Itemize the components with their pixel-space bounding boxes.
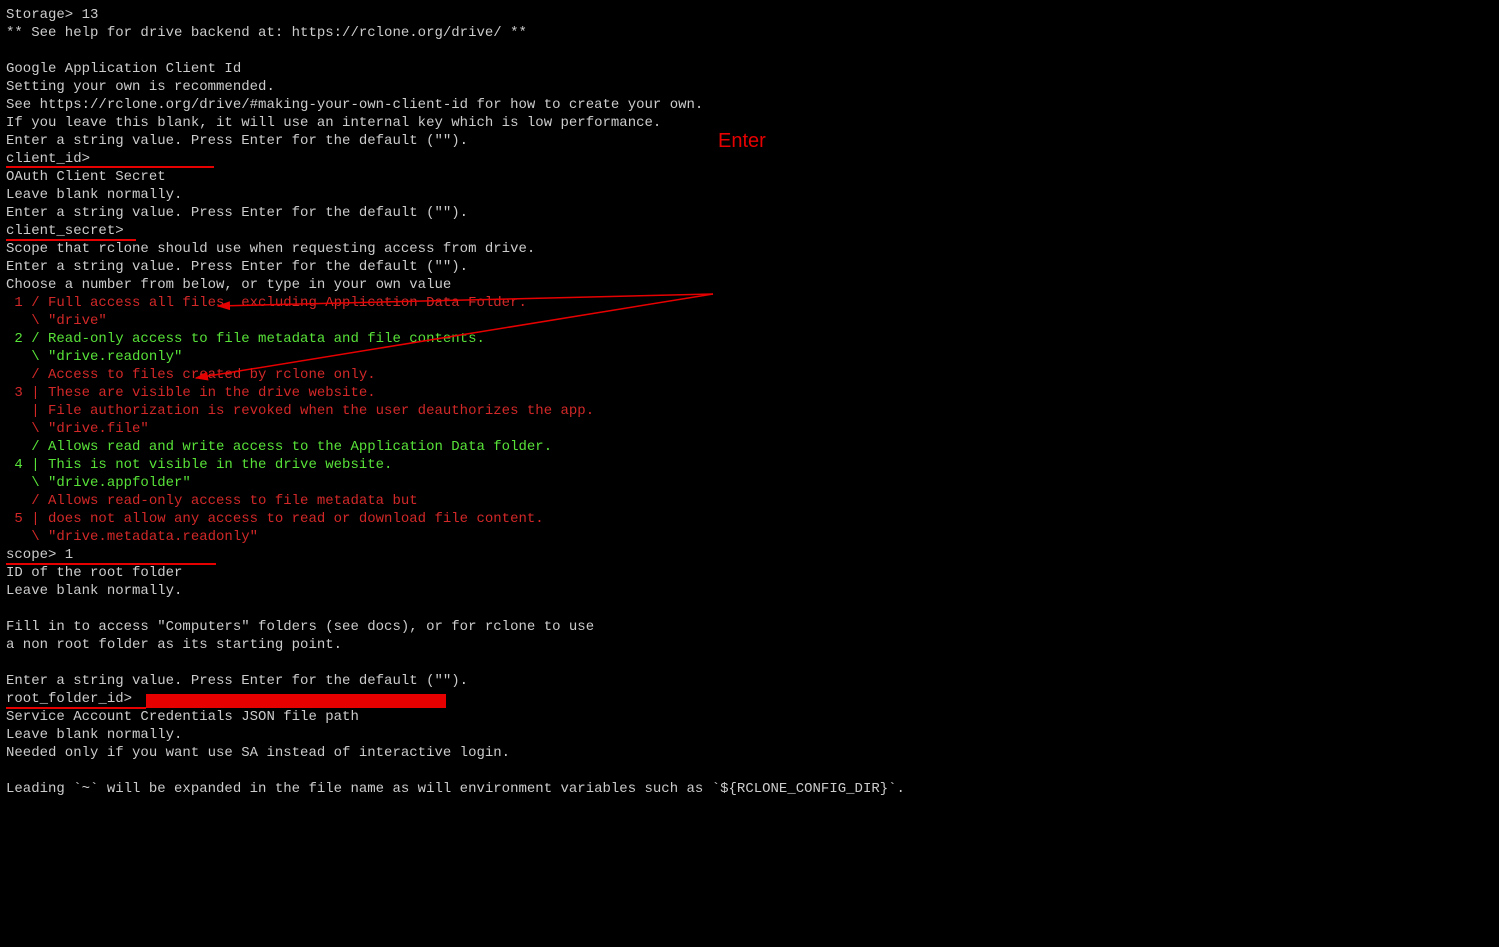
terminal-text: Enter a string value. Press Enter for th…	[6, 259, 468, 275]
terminal-line: Enter a string value. Press Enter for th…	[6, 204, 905, 222]
terminal-text: / Access to files created by rclone only…	[6, 367, 376, 383]
terminal-text: Choose a number from below, or type in y…	[6, 277, 451, 293]
terminal-line: Enter a string value. Press Enter for th…	[6, 132, 905, 150]
terminal-line: Leave blank normally.	[6, 582, 905, 600]
terminal-text: scope> 1	[6, 547, 73, 563]
terminal-text: 3 | These are visible in the drive websi…	[6, 385, 376, 401]
terminal-line: Google Application Client Id	[6, 60, 905, 78]
terminal-line: \ "drive.file"	[6, 420, 905, 438]
terminal-line	[6, 600, 905, 618]
terminal-line	[6, 42, 905, 60]
terminal-text: \ "drive.metadata.readonly"	[6, 529, 258, 545]
terminal-text: Leading `~` will be expanded in the file…	[6, 781, 905, 797]
terminal-text: Google Application Client Id	[6, 61, 241, 77]
terminal-line: OAuth Client Secret	[6, 168, 905, 186]
terminal-line: 1 / Full access all files, excluding App…	[6, 294, 905, 312]
terminal-text: Enter a string value. Press Enter for th…	[6, 205, 468, 221]
terminal-line: Storage> 13	[6, 6, 905, 24]
terminal-line	[6, 762, 905, 780]
terminal-text: See https://rclone.org/drive/#making-you…	[6, 97, 703, 113]
terminal-text: OAuth Client Secret	[6, 169, 166, 185]
terminal-line: Leave blank normally.	[6, 186, 905, 204]
terminal-line	[6, 654, 905, 672]
terminal-line: a non root folder as its starting point.	[6, 636, 905, 654]
terminal-text: client_id>	[6, 151, 90, 167]
terminal-line: \ "drive.metadata.readonly"	[6, 528, 905, 546]
terminal-line: | File authorization is revoked when the…	[6, 402, 905, 420]
terminal-line: 3 | These are visible in the drive websi…	[6, 384, 905, 402]
annotation-underline	[6, 707, 146, 709]
terminal-output[interactable]: \ "scdrive" Storage> 13 ** See help for dr…	[6, 0, 905, 798]
annotation-enter-label: Enter	[718, 132, 766, 150]
terminal-line: root_folder_id>	[6, 690, 905, 708]
terminal-text: 4 | This is not visible in the drive web…	[6, 457, 392, 473]
terminal-line: Enter a string value. Press Enter for th…	[6, 258, 905, 276]
terminal-text: Enter a string value. Press Enter for th…	[6, 673, 468, 689]
terminal-text: / Allows read-only access to file metada…	[6, 493, 418, 509]
terminal-line: scope> 1	[6, 546, 905, 564]
terminal-text: 1 / Full access all files, excluding App…	[6, 295, 527, 311]
terminal-text: Leave blank normally.	[6, 727, 182, 743]
terminal-text: Service Account Credentials JSON file pa…	[6, 709, 359, 725]
terminal-line: / Access to files created by rclone only…	[6, 366, 905, 384]
terminal-line: Scope that rclone should use when reques…	[6, 240, 905, 258]
terminal-text: \ "drive"	[6, 313, 107, 329]
annotation-underline	[6, 563, 216, 565]
terminal-line: client_secret>	[6, 222, 905, 240]
terminal-line: 5 | does not allow any access to read or…	[6, 510, 905, 528]
terminal-text: root_folder_id>	[6, 691, 140, 707]
terminal-line: Enter a string value. Press Enter for th…	[6, 672, 905, 690]
terminal-line: ** See help for drive backend at: https:…	[6, 24, 905, 42]
annotation-underline	[6, 239, 136, 241]
terminal-text: \ "drive.file"	[6, 421, 149, 437]
annotation-underline	[6, 166, 214, 168]
terminal-line: Fill in to access "Computers" folders (s…	[6, 618, 905, 636]
terminal-text: If you leave this blank, it will use an …	[6, 115, 661, 131]
terminal-text: \ "drive.appfolder"	[6, 475, 191, 491]
terminal-text: client_secret>	[6, 223, 124, 239]
terminal-line: Choose a number from below, or type in y…	[6, 276, 905, 294]
terminal-line: 4 | This is not visible in the drive web…	[6, 456, 905, 474]
terminal-line: Needed only if you want use SA instead o…	[6, 744, 905, 762]
terminal-line: ID of the root folder	[6, 564, 905, 582]
terminal-text: 5 | does not allow any access to read or…	[6, 511, 544, 527]
terminal-line: Service Account Credentials JSON file pa…	[6, 708, 905, 726]
terminal-line: Leave blank normally.	[6, 726, 905, 744]
terminal-line: \ "drive"	[6, 312, 905, 330]
terminal-text: \ "scdrive"	[6, 0, 124, 5]
terminal-line: 2 / Read-only access to file metadata an…	[6, 330, 905, 348]
terminal-text: | File authorization is revoked when the…	[6, 403, 594, 419]
terminal-text: ** See help for drive backend at: https:…	[6, 25, 527, 41]
terminal-text: Setting your own is recommended.	[6, 79, 275, 95]
terminal-text: \ "drive.readonly"	[6, 349, 182, 365]
terminal-text: 2 / Read-only access to file metadata an…	[6, 331, 485, 347]
terminal-line: / Allows read-only access to file metada…	[6, 492, 905, 510]
terminal-line: If you leave this blank, it will use an …	[6, 114, 905, 132]
terminal-text: Leave blank normally.	[6, 583, 182, 599]
terminal-line: \ "drive.appfolder"	[6, 474, 905, 492]
terminal-line: / Allows read and write access to the Ap…	[6, 438, 905, 456]
terminal-text: Leave blank normally.	[6, 187, 182, 203]
terminal-text: Enter a string value. Press Enter for th…	[6, 133, 468, 149]
annotation-redaction	[146, 694, 446, 708]
terminal-text: ID of the root folder	[6, 565, 182, 581]
terminal-text: Needed only if you want use SA instead o…	[6, 745, 510, 761]
terminal-text: a non root folder as its starting point.	[6, 637, 342, 653]
terminal-line: Setting your own is recommended.	[6, 78, 905, 96]
terminal-line: Leading `~` will be expanded in the file…	[6, 780, 905, 798]
terminal-line: \ "drive.readonly"	[6, 348, 905, 366]
terminal-text: Scope that rclone should use when reques…	[6, 241, 535, 257]
terminal-text: / Allows read and write access to the Ap…	[6, 439, 552, 455]
terminal-text: Storage> 13	[6, 7, 98, 23]
terminal-line: See https://rclone.org/drive/#making-you…	[6, 96, 905, 114]
terminal-text: Fill in to access "Computers" folders (s…	[6, 619, 594, 635]
